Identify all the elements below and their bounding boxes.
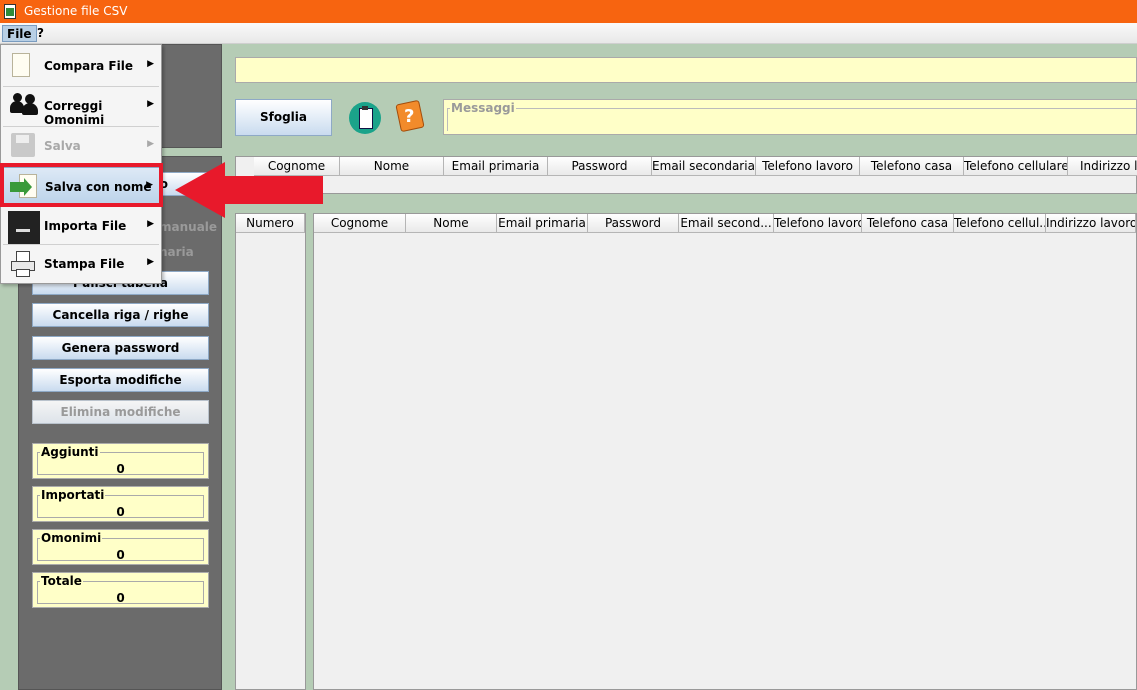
menu-item-compara-file[interactable]: Compara File ▶	[2, 47, 160, 85]
counter-added: Aggiunti 0	[32, 443, 209, 479]
menu-file[interactable]: File	[2, 25, 37, 42]
counter-total-label: Totale	[40, 574, 83, 588]
col-header-indirizzo-lavoro-2[interactable]: Indirizzo lavoro	[1046, 214, 1136, 233]
floppy-disk-icon	[8, 131, 38, 161]
clipboard-icon[interactable]	[349, 102, 381, 134]
menu-item-correggi-omonimi[interactable]: Correggi Omonimi ▶	[2, 87, 160, 127]
counter-imported: Importati 0	[32, 486, 209, 522]
menu-item-stampa-file[interactable]: Stampa File ▶	[2, 245, 160, 283]
col-header-telefono-lavoro[interactable]: Telefono lavoro	[756, 157, 860, 176]
window-title: Gestione file CSV	[24, 4, 128, 18]
menu-item-label: Compara File	[44, 59, 133, 73]
help-book-icon[interactable]: ?	[395, 99, 426, 134]
counter-homonyms-value: 0	[116, 548, 125, 562]
col-header-email-primaria[interactable]: Email primaria	[444, 157, 548, 176]
counter-added-value: 0	[116, 462, 125, 476]
document-icon	[8, 51, 38, 81]
menu-bar: File ?	[0, 23, 1137, 44]
col-header-cognome-2[interactable]: Cognome	[314, 214, 406, 233]
label-manual: manuale	[159, 220, 218, 234]
file-path-field[interactable]	[235, 57, 1137, 83]
discard-changes-button[interactable]: Elimina modifiche	[32, 400, 209, 424]
col-header-email-secondaria-2[interactable]: Email second...	[679, 214, 774, 233]
red-arrow-annotation	[175, 162, 323, 218]
messages-box: Messaggi	[443, 99, 1137, 135]
messages-label: Messaggi	[450, 101, 516, 115]
import-icon	[8, 211, 40, 245]
col-header-telefono-cellulare[interactable]: Telefono cellulare	[964, 157, 1068, 176]
counter-homonyms-label: Omonimi	[40, 531, 103, 545]
col-header-indirizzo[interactable]: Indirizzo la	[1068, 157, 1137, 176]
col-header-nome-2[interactable]: Nome	[406, 214, 497, 233]
menu-item-label: Correggi Omonimi	[44, 99, 105, 127]
submenu-arrow-icon: ▶	[147, 219, 154, 229]
col-header-email-primaria-2[interactable]: Email primaria	[497, 214, 588, 233]
col-header-telefono-casa[interactable]: Telefono casa	[860, 157, 964, 176]
counter-homonyms: Omonimi 0	[32, 529, 209, 565]
export-changes-button[interactable]: Esporta modifiche	[32, 368, 209, 392]
delete-rows-button[interactable]: Cancella riga / righe	[32, 303, 209, 327]
printer-icon	[8, 249, 38, 279]
submenu-arrow-icon: ▶	[147, 99, 154, 109]
menu-item-label: Importa File	[44, 219, 127, 233]
edit-table[interactable]: Cognome Nome Email primaria Password Ema…	[313, 213, 1137, 690]
col-header-nome[interactable]: Nome	[340, 157, 444, 176]
row-number-column: Numero	[235, 213, 306, 690]
submenu-arrow-icon: ▶	[147, 257, 154, 267]
menu-item-salva[interactable]: Salva ▶	[2, 127, 160, 165]
highlight-box	[0, 163, 163, 207]
counter-total-value: 0	[116, 591, 125, 605]
menu-help[interactable]: ?	[33, 25, 48, 42]
label-primary: naria	[159, 245, 194, 259]
submenu-arrow-icon: ▶	[147, 139, 154, 149]
file-table[interactable]: Cognome Nome Email primaria Password Ema…	[235, 156, 1137, 194]
counter-imported-value: 0	[116, 505, 125, 519]
col-header-telefono-casa-2[interactable]: Telefono casa	[862, 214, 954, 233]
counter-total: Totale 0	[32, 572, 209, 608]
submenu-arrow-icon: ▶	[147, 59, 154, 69]
col-header-password[interactable]: Password	[548, 157, 652, 176]
people-icon	[8, 91, 38, 121]
counter-imported-label: Importati	[40, 488, 106, 502]
csv-app-icon	[4, 4, 16, 19]
menu-item-label: Salva	[44, 139, 81, 153]
col-header-telefono-lavoro-2[interactable]: Telefono lavoro	[774, 214, 862, 233]
col-header-telefono-cellulare-2[interactable]: Telefono cellul...	[954, 214, 1046, 233]
col-header-email-secondaria[interactable]: Email secondaria	[652, 157, 756, 176]
menu-item-importa-file[interactable]: Importa File ▶	[2, 207, 160, 245]
counter-added-label: Aggiunti	[40, 445, 100, 459]
col-header-password-2[interactable]: Password	[588, 214, 679, 233]
browse-button[interactable]: Sfoglia	[235, 99, 332, 136]
title-bar: Gestione file CSV	[0, 0, 1137, 23]
menu-item-label: Stampa File	[44, 257, 125, 271]
generate-password-button[interactable]: Genera password	[32, 336, 209, 360]
